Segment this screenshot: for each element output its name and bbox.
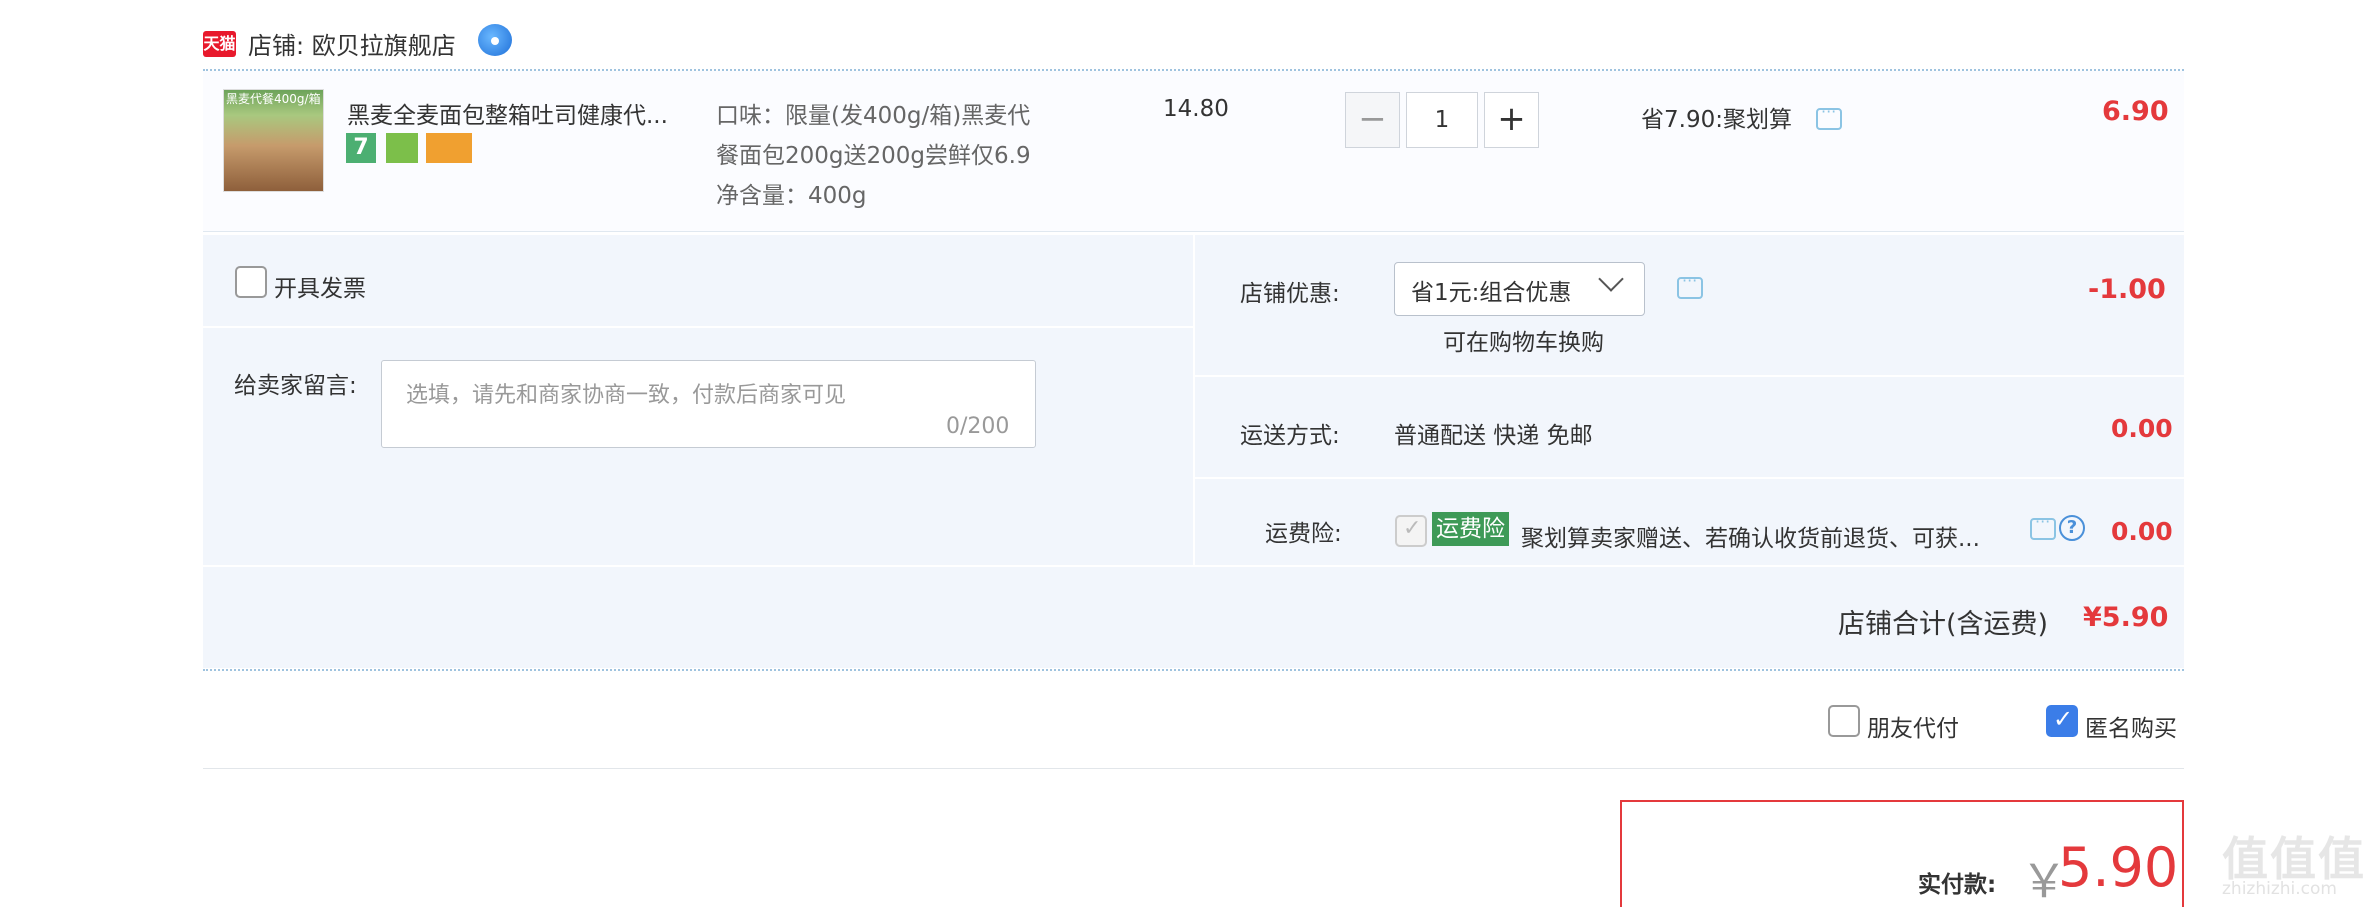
anonymous-purchase-checkbox[interactable] bbox=[2046, 705, 2078, 737]
sku-line: 口味：限量(发400g/箱)黑麦代 bbox=[716, 103, 1031, 129]
seven-day-return-icon: 7 bbox=[346, 133, 376, 163]
friend-pay-checkbox[interactable] bbox=[1828, 705, 1860, 737]
increase-quantity-button[interactable]: + bbox=[1484, 92, 1539, 148]
insurance-comment-icon[interactable] bbox=[2030, 512, 2056, 540]
shipping-method: 普通配送 快递 免邮 bbox=[1394, 423, 1593, 449]
wangwang-chat-icon[interactable] bbox=[478, 24, 512, 56]
tmall-badge: 天猫 bbox=[203, 31, 236, 57]
shipping-value: 0.00 bbox=[2111, 414, 2173, 443]
friend-pay-label: 朋友代付 bbox=[1867, 716, 1959, 742]
payment-label: 实付款: bbox=[1918, 872, 1997, 898]
product-title-link[interactable]: 黑麦全麦面包整箱吐司健康代... bbox=[347, 96, 687, 130]
shipping-insurance-text: 聚划算卖家赠送、若确认收货前退货、可获... bbox=[1521, 526, 1980, 552]
sku-line: 净含量：400g bbox=[716, 183, 867, 209]
discount-comment-icon[interactable] bbox=[1677, 271, 1703, 299]
cart-exchange-link[interactable]: 可在购物车换购 bbox=[1443, 323, 1604, 357]
store-discount-selected: 省1元:组合优惠 bbox=[1411, 280, 1572, 306]
shipping-insurance-checkbox[interactable] bbox=[1395, 515, 1427, 547]
invoice-label: 开具发票 bbox=[274, 276, 366, 302]
item-promo: 省7.90:聚划算 bbox=[1641, 107, 1792, 133]
invoice-checkbox[interactable] bbox=[235, 266, 267, 298]
promo-comment-icon[interactable] bbox=[1816, 102, 1842, 130]
unit-price: 14.80 bbox=[1163, 96, 1229, 122]
seller-note-label: 给卖家留言: bbox=[234, 373, 357, 399]
anonymous-purchase-label: 匿名购买 bbox=[2085, 716, 2177, 742]
store-subtotal-value: ¥5.90 bbox=[2083, 602, 2169, 633]
gift-icon bbox=[386, 133, 418, 163]
item-total-price: 6.90 bbox=[2102, 96, 2169, 127]
product-sku: 口味：限量(发400g/箱)黑麦代 餐面包200g送200g尝鲜仅6.9 净含量… bbox=[716, 96, 1066, 216]
footer-divider bbox=[203, 768, 2184, 769]
quantity-input[interactable]: 1 bbox=[1406, 92, 1478, 148]
panel-divider bbox=[203, 326, 1193, 328]
store-name[interactable]: 店铺: 欧贝拉旗舰店 bbox=[248, 26, 456, 61]
seller-note-count: 0/200 bbox=[946, 414, 1010, 439]
decrease-quantity-button[interactable]: − bbox=[1345, 92, 1400, 148]
store-subtotal-label: 店铺合计(含运费) bbox=[1838, 609, 2049, 640]
shipping-insurance-value: 0.00 bbox=[2111, 517, 2173, 546]
store-discount-label: 店铺优惠: bbox=[1240, 281, 1340, 307]
seller-note-placeholder: 选填，请先和商家协商一致，付款后商家可见 bbox=[406, 383, 847, 408]
shipping-label: 运送方式: bbox=[1240, 423, 1340, 449]
store-discount-value: -1.00 bbox=[2088, 274, 2166, 305]
watermark-url: zhizhizhi.com bbox=[2222, 879, 2337, 899]
help-icon[interactable]: ? bbox=[2059, 515, 2085, 541]
payment-amount: 5.90 bbox=[2058, 836, 2179, 899]
shipping-insurance-label: 运费险: bbox=[1265, 521, 1342, 547]
subtotal-divider bbox=[203, 669, 2184, 671]
panel-divider bbox=[1195, 477, 2184, 479]
quantity-stepper: − 1 + bbox=[1345, 92, 1539, 148]
sku-line: 餐面包200g送200g尝鲜仅6.9 bbox=[716, 143, 1031, 169]
panel-divider bbox=[1195, 375, 2184, 377]
shipping-insurance-tag: 运费险 bbox=[1432, 512, 1509, 546]
thumbnail-caption: 黑麦代餐400g/箱 bbox=[226, 92, 321, 106]
credit-card-icon bbox=[426, 133, 472, 163]
